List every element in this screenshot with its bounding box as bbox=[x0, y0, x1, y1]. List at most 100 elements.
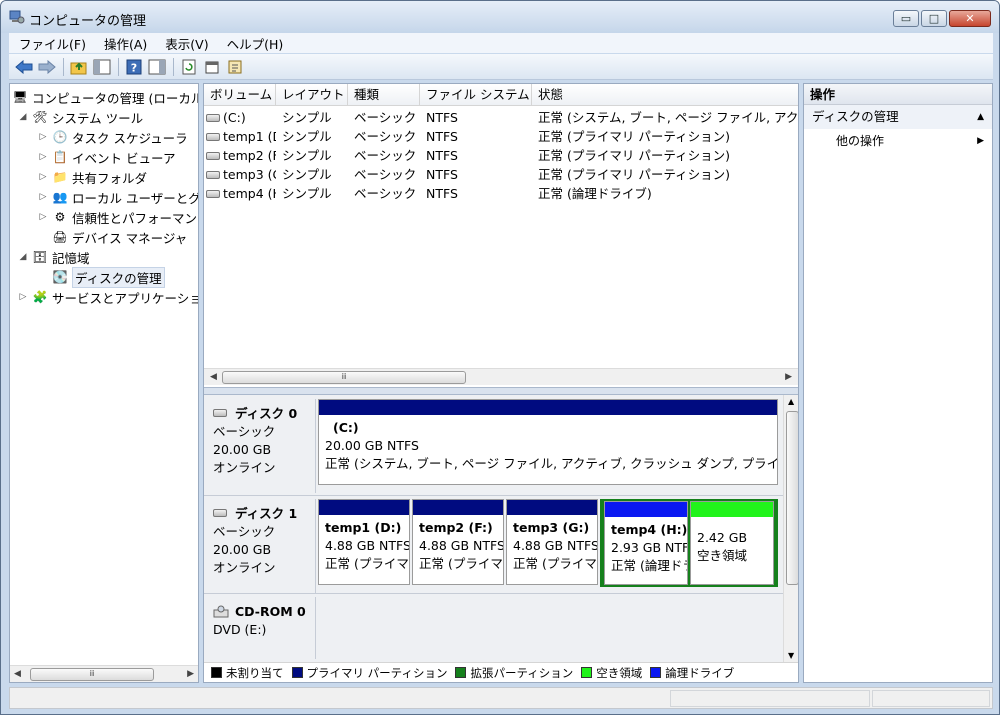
toolbar-separator bbox=[173, 57, 174, 76]
tree-label: ディスクの管理 bbox=[72, 266, 165, 288]
scroll-right-arrow-icon[interactable]: ▶ bbox=[187, 669, 194, 679]
tree-item-task-scheduler[interactable]: ▷ 🕒 タスク スケジューラ bbox=[38, 127, 188, 147]
scroll-up-arrow-icon[interactable]: ▲ bbox=[788, 397, 794, 406]
column-header-filesystem[interactable]: ファイル システム bbox=[420, 84, 532, 106]
partition-temp3[interactable]: temp3 (G:) 4.88 GB NTFS 正常 (プライマリ パーティショ… bbox=[506, 499, 598, 585]
column-header-type[interactable]: 種類 bbox=[348, 84, 420, 106]
table-row[interactable]: temp2 (F:) シンプル ベーシック NTFS 正常 (プライマリ パーテ… bbox=[204, 146, 798, 165]
scroll-left-arrow-icon[interactable]: ◀ bbox=[210, 372, 217, 382]
tree-item-services[interactable]: ▷ 🧩 サービスとアプリケーション bbox=[18, 287, 198, 307]
cdrom-info[interactable]: CD-ROM 0 DVD (E:) bbox=[204, 597, 316, 659]
tree-horizontal-scrollbar[interactable]: ◀ ⅲ ▶ bbox=[10, 665, 198, 682]
expanded-arrow-icon[interactable]: ◢ bbox=[18, 112, 28, 122]
type-cell: ベーシック bbox=[354, 110, 417, 125]
tree-item-device-manager[interactable]: 🖨 デバイス マネージャ bbox=[52, 227, 187, 247]
primary-partition-bar bbox=[413, 500, 503, 515]
partition-temp2[interactable]: temp2 (F:) 4.88 GB NTFS 正常 (プライマリ パーティショ… bbox=[412, 499, 504, 585]
scroll-right-arrow-icon[interactable]: ▶ bbox=[785, 372, 792, 382]
volume-cell: (C:) bbox=[206, 108, 276, 127]
actions-header: 操作 bbox=[804, 84, 992, 105]
menu-help[interactable]: ヘルプ(H) bbox=[217, 34, 292, 53]
scroll-left-arrow-icon[interactable]: ◀ bbox=[14, 669, 21, 679]
disk-1-row: ディスク 1 ベーシック 20.00 GB オンライン temp1 (D:) 4… bbox=[204, 499, 784, 593]
tree-item-system-tools[interactable]: ◢ 🛠 システム ツール bbox=[18, 107, 144, 127]
collapsed-arrow-icon[interactable]: ▷ bbox=[38, 212, 48, 222]
computer-management-icon bbox=[9, 10, 25, 24]
partition-c[interactable]: (C:) 20.00 GB NTFS 正常 (システム, ブート, ページ ファ… bbox=[318, 399, 778, 485]
expanded-arrow-icon[interactable]: ◢ bbox=[18, 252, 28, 262]
show-hide-tree-icon[interactable] bbox=[91, 57, 113, 77]
tree-item-reliability[interactable]: ▷ ⚙ 信頼性とパフォーマンス bbox=[38, 207, 198, 227]
scroll-down-arrow-icon[interactable]: ▼ bbox=[788, 651, 794, 660]
partition-name: temp2 (F:) bbox=[419, 520, 493, 535]
primary-partition-bar bbox=[319, 500, 409, 515]
partition-size: 4.88 GB NTFS bbox=[419, 538, 504, 553]
layout-cell: シンプル bbox=[282, 110, 332, 125]
menu-file[interactable]: ファイル(F) bbox=[9, 34, 94, 53]
extended-partition[interactable]: temp4 (H:) 2.93 GB NTFS 正常 (論理ドライブ) 2.42… bbox=[600, 499, 778, 587]
legend-item-free: 空き領域 bbox=[579, 665, 642, 681]
scrollbar-thumb[interactable]: ⅲ bbox=[222, 371, 466, 384]
menu-view[interactable]: 表示(V) bbox=[155, 34, 216, 53]
close-button[interactable]: ✕ bbox=[949, 10, 991, 27]
tree-item-shared-folders[interactable]: ▷ 📁 共有フォルダ bbox=[38, 167, 147, 187]
cdrom-title: CD-ROM 0 bbox=[213, 603, 315, 621]
partition-temp1[interactable]: temp1 (D:) 4.88 GB NTFS 正常 (プライマリ パーティショ… bbox=[318, 499, 410, 585]
disk-0-state: オンライン bbox=[213, 460, 276, 475]
tree-label: イベント ビューア bbox=[72, 150, 176, 166]
title-bar[interactable]: コンピュータの管理 ▭ □ ✕ bbox=[1, 1, 999, 33]
show-hide-action-pane-icon[interactable] bbox=[146, 57, 168, 77]
action-more-actions[interactable]: 他の操作 ▶ bbox=[804, 129, 992, 153]
filesystem-cell: NTFS bbox=[426, 186, 458, 201]
properties-icon[interactable] bbox=[201, 57, 223, 77]
table-row[interactable]: temp4 (H:) シンプル ベーシック NTFS 正常 (論理ドライブ) bbox=[204, 184, 798, 203]
volume-list-header: ボリューム レイアウト 種類 ファイル システム 状態 bbox=[204, 84, 798, 106]
collapsed-arrow-icon[interactable]: ▷ bbox=[38, 172, 48, 182]
menu-action[interactable]: 操作(A) bbox=[94, 34, 155, 53]
device-manager-icon: 🖨 bbox=[52, 230, 68, 244]
minimize-button[interactable]: ▭ bbox=[893, 10, 919, 27]
collapse-arrow-icon[interactable]: ▲ bbox=[977, 105, 984, 129]
column-header-status[interactable]: 状態 bbox=[532, 84, 798, 106]
actions-section-disk-management[interactable]: ディスクの管理 ▲ bbox=[804, 105, 992, 129]
submenu-arrow-icon: ▶ bbox=[977, 136, 984, 146]
collapsed-arrow-icon[interactable]: ▷ bbox=[18, 292, 28, 302]
collapsed-arrow-icon[interactable]: ▷ bbox=[38, 192, 48, 202]
free-space-region[interactable]: 2.42 GB 空き領域 bbox=[690, 501, 774, 585]
disk-separator bbox=[204, 593, 784, 594]
tree-item-local-users[interactable]: ▷ 👥 ローカル ユーザーとグループ bbox=[38, 187, 198, 207]
legend-item-primary: プライマリ パーティション bbox=[290, 665, 447, 681]
filesystem-cell: NTFS bbox=[426, 110, 458, 125]
table-row[interactable]: temp3 (G:) シンプル ベーシック NTFS 正常 (プライマリ パーテ… bbox=[204, 165, 798, 184]
table-row[interactable]: (C:) シンプル ベーシック NTFS 正常 (システム, ブート, ページ … bbox=[204, 108, 798, 127]
table-row[interactable]: temp1 (D:) シンプル ベーシック NTFS 正常 (プライマリ パーテ… bbox=[204, 127, 798, 146]
disk-0-info[interactable]: ディスク 0 ベーシック 20.00 GB オンライン bbox=[204, 399, 316, 493]
volume-cell: temp4 (H:) bbox=[206, 184, 276, 203]
disk-view-vertical-scrollbar[interactable]: ▲ ▼ bbox=[783, 395, 798, 662]
partition-name: (C:) bbox=[333, 420, 359, 435]
refresh-icon[interactable] bbox=[178, 57, 200, 77]
scrollbar-thumb[interactable] bbox=[786, 411, 798, 585]
forward-arrow-icon[interactable] bbox=[36, 57, 58, 77]
tree-item-disk-management[interactable]: 💽 ディスクの管理 bbox=[52, 266, 165, 288]
column-header-layout[interactable]: レイアウト bbox=[276, 84, 348, 106]
pane-splitter[interactable] bbox=[204, 387, 798, 395]
up-folder-icon[interactable] bbox=[68, 57, 90, 77]
tree-item-computer-management[interactable]: 🖥 コンピュータの管理 (ローカル) bbox=[12, 87, 198, 107]
back-arrow-icon[interactable] bbox=[13, 57, 35, 77]
collapsed-arrow-icon[interactable]: ▷ bbox=[38, 132, 48, 142]
scrollbar-thumb[interactable]: ⅲ bbox=[30, 668, 154, 681]
partition-temp4[interactable]: temp4 (H:) 2.93 GB NTFS 正常 (論理ドライブ) bbox=[604, 501, 688, 585]
volume-cell: temp3 (G:) bbox=[206, 165, 276, 184]
tree-item-event-viewer[interactable]: ▷ 📋 イベント ビューア bbox=[38, 147, 176, 167]
disk-1-info[interactable]: ディスク 1 ベーシック 20.00 GB オンライン bbox=[204, 499, 316, 593]
maximize-button[interactable]: □ bbox=[921, 10, 947, 27]
collapsed-arrow-icon[interactable]: ▷ bbox=[38, 152, 48, 162]
volume-list-horizontal-scrollbar[interactable]: ◀ ⅲ ▶ bbox=[204, 368, 798, 385]
help-icon[interactable]: ? bbox=[123, 57, 145, 77]
column-header-volume[interactable]: ボリューム bbox=[204, 84, 276, 106]
export-icon[interactable] bbox=[224, 57, 246, 77]
tree-item-storage[interactable]: ◢ 🗄 記憶域 bbox=[18, 247, 90, 267]
extended-partition-swatch bbox=[455, 667, 467, 678]
tools-icon: 🛠 bbox=[32, 110, 48, 124]
